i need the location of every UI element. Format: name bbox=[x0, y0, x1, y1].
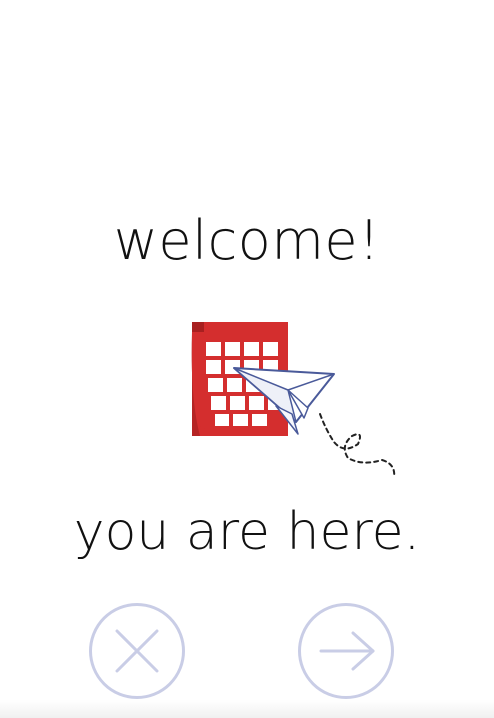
welcome-screen: welcome! you are here. bbox=[0, 0, 494, 718]
welcome-heading: welcome! bbox=[113, 209, 381, 272]
flight-trail bbox=[319, 413, 396, 479]
location-text: you are here. bbox=[73, 502, 421, 562]
close-button[interactable] bbox=[89, 603, 185, 699]
close-icon bbox=[115, 629, 159, 673]
arrow-right-icon bbox=[319, 631, 375, 671]
bottom-edge bbox=[0, 700, 494, 718]
calendar-plane-illustration bbox=[186, 318, 406, 488]
next-button[interactable] bbox=[298, 603, 394, 699]
